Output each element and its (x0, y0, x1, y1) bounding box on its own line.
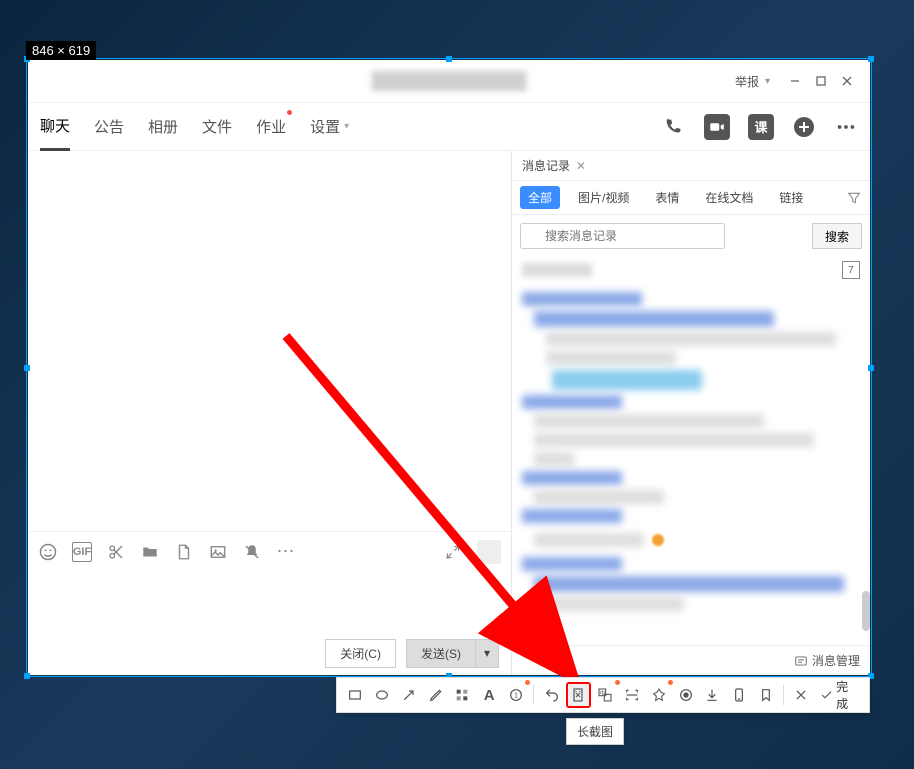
serial-icon[interactable]: 1 (504, 682, 529, 708)
pin-icon[interactable] (646, 682, 671, 708)
ocr-icon[interactable] (620, 682, 645, 708)
screenshot-toolbar: A 1 中 完成 (336, 677, 870, 713)
download-icon[interactable] (700, 682, 725, 708)
svg-text:1: 1 (514, 691, 518, 700)
done-button[interactable]: 完成 (816, 678, 863, 712)
resize-handle[interactable] (868, 56, 874, 62)
undo-icon[interactable] (539, 682, 564, 708)
resize-handle[interactable] (446, 56, 452, 62)
screenshot-selection[interactable] (26, 58, 872, 677)
ellipse-icon[interactable] (370, 682, 395, 708)
bookmark-icon[interactable] (753, 682, 778, 708)
resize-handle[interactable] (24, 673, 30, 679)
cancel-icon[interactable] (789, 682, 814, 708)
translate-icon[interactable]: 中 (593, 682, 618, 708)
mosaic-icon[interactable] (450, 682, 475, 708)
record-icon[interactable] (673, 682, 698, 708)
resize-handle[interactable] (868, 365, 874, 371)
selection-dimensions: 846 × 619 (26, 41, 96, 60)
phone-send-icon[interactable] (727, 682, 752, 708)
arrow-tool-icon[interactable] (397, 682, 422, 708)
rectangle-icon[interactable] (343, 682, 368, 708)
text-icon[interactable]: A (477, 682, 502, 708)
pen-icon[interactable] (423, 682, 448, 708)
resize-handle[interactable] (24, 365, 30, 371)
tooltip: 长截图 (566, 718, 624, 745)
long-screenshot-icon[interactable] (566, 682, 591, 708)
check-icon (820, 688, 833, 702)
